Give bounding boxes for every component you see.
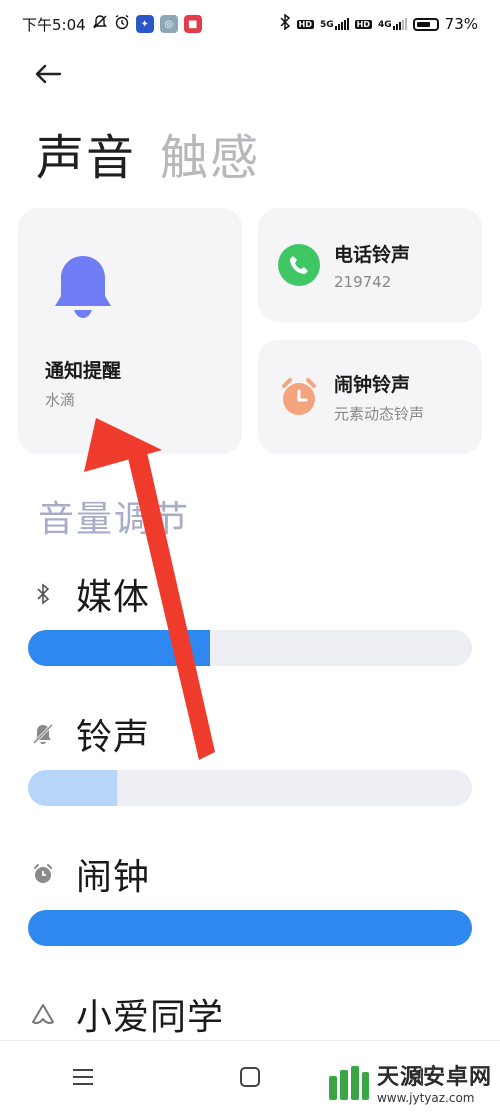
alarm-clock-icon (278, 376, 320, 418)
alarm-volume-fill (28, 910, 472, 946)
alarm-card-subtitle: 元素动态铃声 (334, 405, 425, 423)
alarm-volume-label-row: 闹钟 (30, 848, 150, 900)
ringtone-volume-slider[interactable] (28, 770, 472, 806)
ringtone-volume-fill (28, 770, 117, 806)
alarm-card-content: 闹钟铃声 元素动态铃声 (278, 340, 424, 454)
ringtone-volume-label: 铃声 (76, 717, 151, 758)
arrow-left-icon (35, 64, 62, 84)
signal-4g: 4G (378, 18, 407, 30)
bell-icon (52, 254, 114, 324)
alarm-sound-card[interactable]: 闹钟铃声 元素动态铃声 (258, 340, 482, 454)
media-volume-slider[interactable] (28, 630, 472, 666)
ringtone-card-subtitle: 219742 (334, 272, 392, 291)
android-logo-icon (328, 1066, 369, 1100)
ringtone-card-content: 电话铃声 219742 (278, 208, 410, 322)
watermark: 天源安卓网 www.jytyaz.com (327, 1059, 492, 1105)
menu-icon (73, 1068, 94, 1085)
app-notification-icon: ◎ (159, 15, 178, 33)
menu-button[interactable] (53, 1052, 113, 1102)
ringtone-card-title: 电话铃声 (334, 243, 411, 266)
signal-5g: 5G (320, 18, 349, 30)
xiaoai-icon (30, 1001, 56, 1027)
app-notification-icon: ✦ (135, 15, 154, 33)
watermark-url: www.jytyaz.com (376, 1091, 475, 1105)
home-button[interactable] (220, 1052, 280, 1102)
hd-badge: HD (354, 19, 372, 29)
header-tabs: 声音 触感 (36, 118, 260, 188)
notification-card-text: 通知提醒 水滴 (45, 356, 121, 410)
xiaoai-volume-label-row: 小爱同学 (30, 988, 224, 1040)
volume-section-title: 音量调节 (38, 499, 191, 540)
status-time: 下午5:04 (22, 15, 86, 34)
tab-sound[interactable]: 声音 (36, 118, 136, 188)
tab-haptics[interactable]: 触感 (160, 118, 260, 188)
alarm-volume-slider[interactable] (28, 910, 472, 946)
media-volume-fill (28, 630, 211, 666)
alarm-status-icon (114, 14, 130, 34)
alarm-volume-label: 闹钟 (76, 857, 151, 898)
ringtone-volume-label-row: 铃声 (30, 708, 150, 760)
signal-icon (392, 18, 407, 30)
battery-percent: 73% (444, 15, 478, 33)
mute-notification-icon (92, 14, 108, 34)
notification-card-subtitle: 水滴 (45, 391, 76, 409)
notification-sound-card[interactable] (18, 208, 242, 454)
alarm-card-title: 闹钟铃声 (334, 374, 411, 396)
battery-icon (412, 17, 439, 31)
status-bar-right: HD 5G HD 4G 73% (279, 13, 478, 34)
media-volume-label: 媒体 (76, 577, 151, 618)
app-notification-icon: ■ (183, 15, 202, 33)
bluetooth-status-icon (279, 13, 291, 34)
home-square-icon (239, 1066, 260, 1087)
ringtone-card[interactable]: 电话铃声 219742 (258, 208, 482, 322)
bluetooth-icon (30, 581, 56, 607)
back-button[interactable] (28, 56, 68, 92)
media-volume-label-row: 媒体 (30, 568, 150, 620)
status-bar-left: 下午5:04 ✦ ◎ ■ (22, 14, 202, 35)
bell-muted-icon (30, 721, 56, 747)
status-bar: 下午5:04 ✦ ◎ ■ HD 5G HD 4G 73% (0, 0, 500, 48)
signal-icon (334, 18, 349, 30)
alarm-clock-icon (30, 861, 56, 887)
xiaoai-volume-label: 小爱同学 (76, 997, 225, 1038)
notification-card-title: 通知提醒 (45, 360, 122, 382)
hd-badge: HD (296, 19, 314, 29)
battery-fill (416, 21, 430, 27)
watermark-name: 天源安卓网 (376, 1065, 492, 1090)
phone-icon (278, 244, 320, 286)
